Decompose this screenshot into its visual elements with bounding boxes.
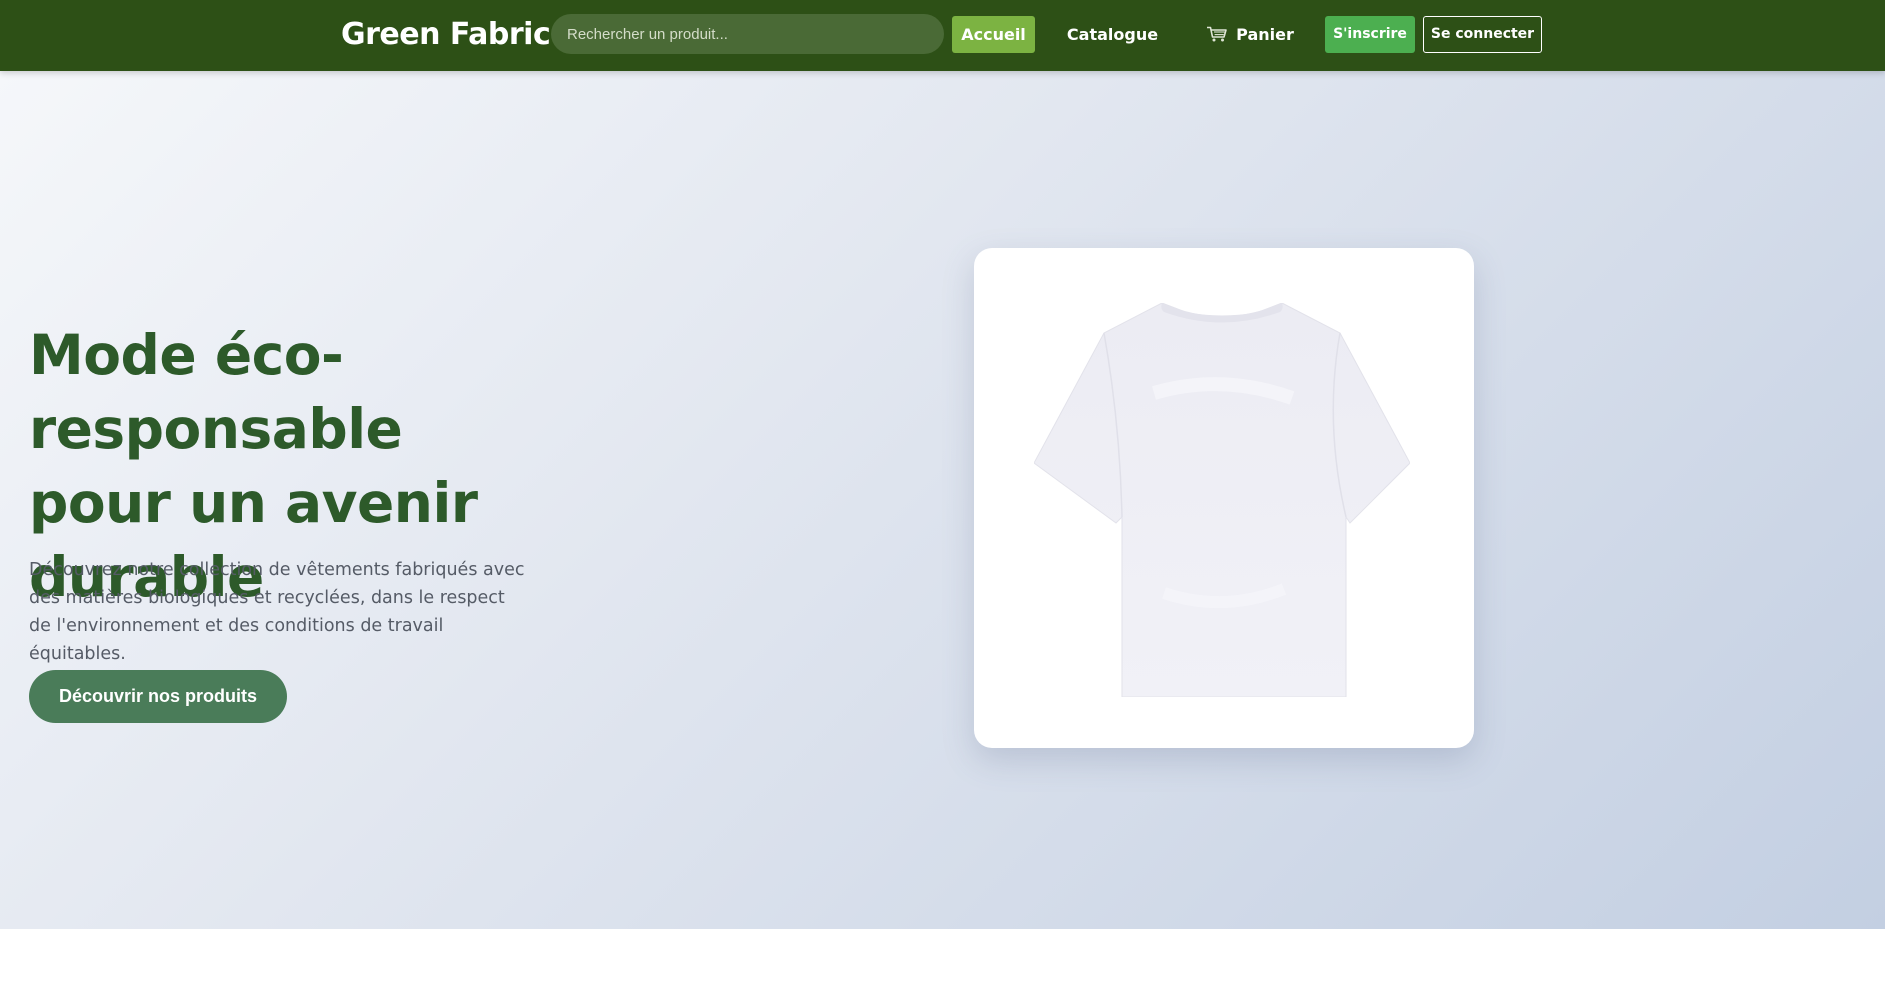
login-button[interactable]: Se connecter [1423,16,1542,53]
nav-cart-label: Panier [1236,25,1294,44]
search-input[interactable] [551,14,944,54]
discover-products-button[interactable]: Découvrir nos produits [29,670,287,723]
brand-logo[interactable]: Green Fabric [341,16,551,54]
page-content-below [0,929,1885,988]
product-image-card [974,248,1474,748]
hero-description: Découvrez notre collection de vêtements … [29,560,525,664]
cart-icon [1207,26,1227,42]
nav-home-link[interactable]: Accueil [952,16,1035,53]
tshirt-image [1034,303,1410,697]
hero-section: Mode éco-responsable pour un avenir dura… [0,71,1885,929]
navbar: Green Fabric Accueil Catalogue Panier S'… [0,0,1885,71]
signup-button[interactable]: S'inscrire [1325,16,1415,53]
nav-cart-link[interactable]: Panier [1200,16,1300,53]
nav-catalog-link[interactable]: Catalogue [1060,16,1165,53]
